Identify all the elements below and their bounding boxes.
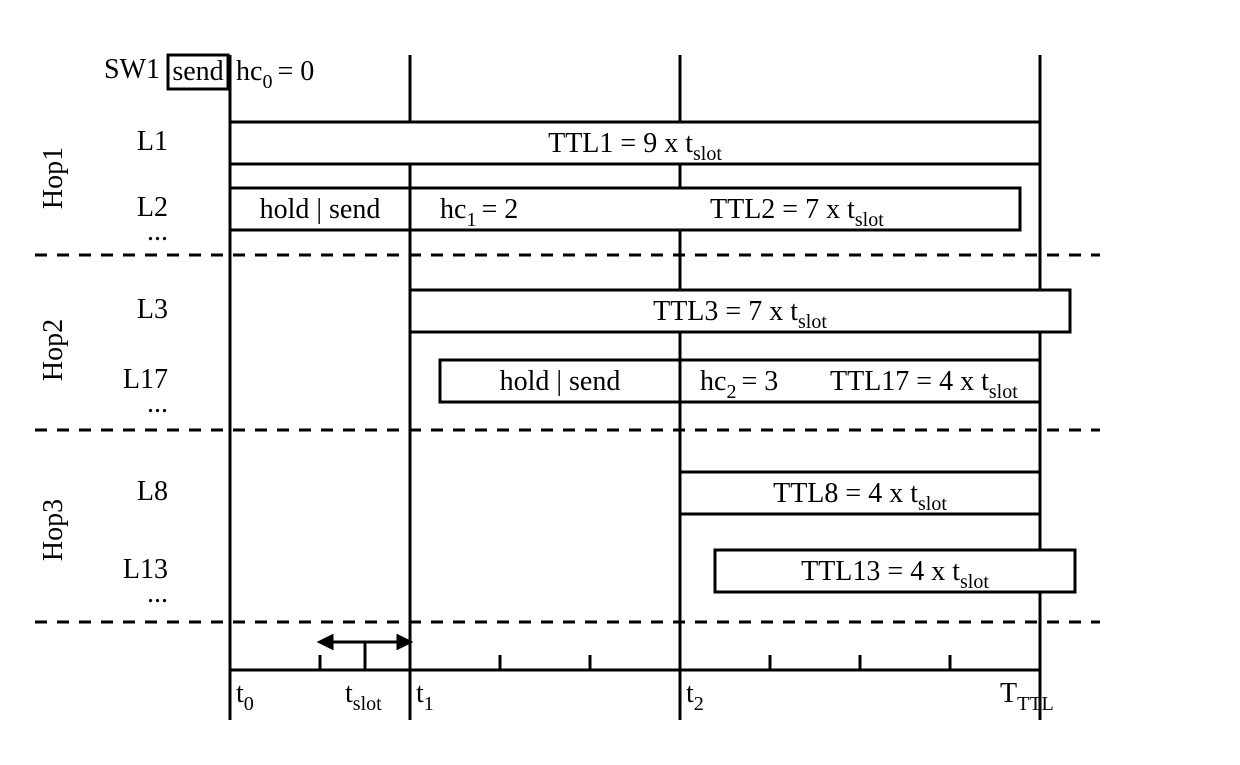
hc0-label: hc0 = 0 [236,56,314,93]
t0-label: t0 [236,678,254,715]
dots-2: ... [147,388,168,419]
l17-holdsend: hold | send [500,366,621,397]
hop3-label: Hop3 [38,499,69,561]
l2-holdsend: hold | send [260,194,381,225]
sw1-label: SW1 [104,54,160,85]
l8-label: L8 [137,476,168,507]
Tttl-label: TTTL [1000,678,1054,715]
l1-label: L1 [137,126,168,157]
time-ticks [230,655,1040,670]
l3-label: L3 [137,294,168,325]
hop2-label: Hop2 [38,319,69,381]
t2-label: t2 [686,678,704,715]
hop1-label: Hop1 [38,147,69,209]
tslot-arrow [320,636,410,670]
send-label-sw1: send [172,56,223,87]
dots-3: ... [147,578,168,609]
dots-1: ... [147,216,168,247]
t1-label: t1 [416,678,434,715]
tslot-label: tslot [345,678,382,715]
timing-diagram: SW1 send hc0 = 0 Hop1 L1 TTL1 = 9 x tslo… [0,0,1240,765]
